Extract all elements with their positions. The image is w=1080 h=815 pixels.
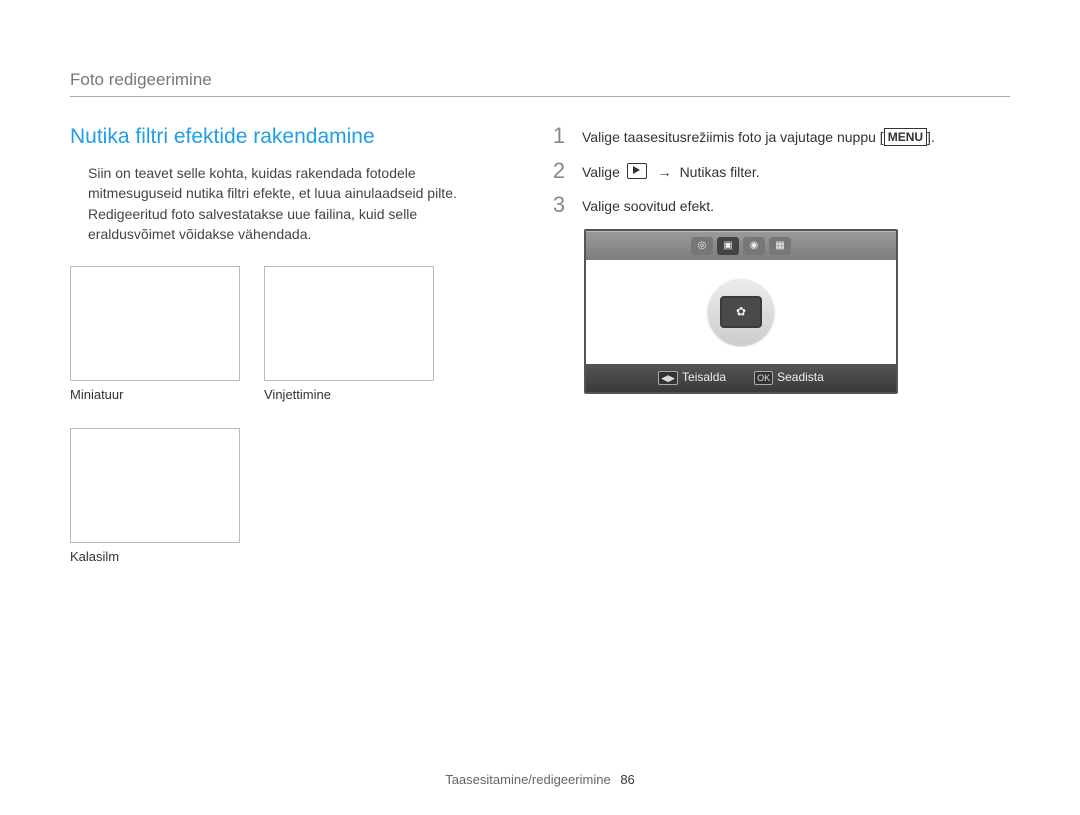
topbar-icon: ◎	[691, 237, 713, 255]
menu-button-label: MENU	[884, 128, 927, 146]
thumb-kalasilm: Kalasilm	[70, 428, 240, 582]
topbar-icon: ◉	[743, 237, 765, 255]
bottombar-right-label: Seadista	[777, 370, 824, 384]
step-text-after: ].	[927, 129, 935, 145]
thumb-label: Miniatuur	[70, 387, 240, 402]
step-text-before: Valige taasesitusrežiimis foto ja vajuta…	[582, 129, 884, 145]
step-number: 2	[550, 160, 568, 182]
topbar-icon: ▦	[769, 237, 791, 255]
thumb-row-1: Miniatuur Vinjettimine	[70, 266, 500, 420]
step-1: 1 Valige taasesitusrežiimis foto ja vaju…	[550, 125, 980, 148]
breadcrumb-title: Foto redigeerimine	[70, 70, 1010, 97]
step-suffix: Nutikas ﬁlter.	[680, 164, 760, 180]
lcd-preview: ◎ ▣ ◉ ▦ ◀▶ Teisalda OK Seadista	[584, 229, 898, 394]
playback-icon	[627, 163, 647, 179]
page-footer: Taasesitamine/redigeerimine 86	[0, 772, 1080, 787]
thumb-image	[70, 266, 240, 381]
step-number: 1	[550, 125, 568, 147]
steps-list: 1 Valige taasesitusrežiimis foto ja vaju…	[550, 125, 980, 217]
step-prefix: Valige	[582, 164, 624, 180]
thumb-label: Vinjettimine	[264, 387, 434, 402]
section-title: Nutika ﬁltri efektide rakendamine	[70, 125, 500, 149]
step-text: Valige soovitud efekt.	[582, 194, 714, 217]
page-number: 86	[614, 772, 634, 787]
lcd-bottombar: ◀▶ Teisalda OK Seadista	[586, 364, 896, 392]
ok-key-icon: OK	[754, 371, 773, 385]
step-text: Valige taasesitusrežiimis foto ja vajuta…	[582, 125, 935, 148]
step-text: Valige → Nutikas ﬁlter.	[582, 160, 760, 183]
lcd-main	[586, 260, 896, 364]
thumb-miniatuur: Miniatuur	[70, 266, 240, 420]
bottombar-left-label: Teisalda	[682, 370, 726, 384]
flower-icon	[720, 296, 762, 328]
step-2: 2 Valige → Nutikas ﬁlter.	[550, 160, 980, 183]
right-column: 1 Valige taasesitusrežiimis foto ja vaju…	[550, 125, 980, 590]
step-3: 3 Valige soovitud efekt.	[550, 194, 980, 217]
left-column: Nutika ﬁltri efektide rakendamine Siin o…	[70, 125, 500, 590]
footer-section: Taasesitamine/redigeerimine	[445, 772, 610, 787]
bottombar-right: OK Seadista	[754, 370, 824, 385]
thumb-vinjettimine: Vinjettimine	[264, 266, 434, 420]
section-body: Siin on teavet selle kohta, kuidas raken…	[70, 163, 500, 244]
thumb-image	[70, 428, 240, 543]
thumb-image	[264, 266, 434, 381]
arrow-icon: →	[654, 164, 676, 180]
lcd-topbar: ◎ ▣ ◉ ▦	[586, 231, 896, 260]
bottombar-left: ◀▶ Teisalda	[658, 370, 726, 385]
nav-key-icon: ◀▶	[658, 371, 678, 385]
content-columns: Nutika ﬁltri efektide rakendamine Siin o…	[70, 125, 1010, 590]
thumb-row-2: Kalasilm	[70, 428, 500, 582]
page: Foto redigeerimine Nutika ﬁltri efektide…	[0, 0, 1080, 815]
step-number: 3	[550, 194, 568, 216]
thumb-label: Kalasilm	[70, 549, 240, 564]
topbar-icon-active: ▣	[717, 237, 739, 255]
center-button	[708, 279, 774, 345]
